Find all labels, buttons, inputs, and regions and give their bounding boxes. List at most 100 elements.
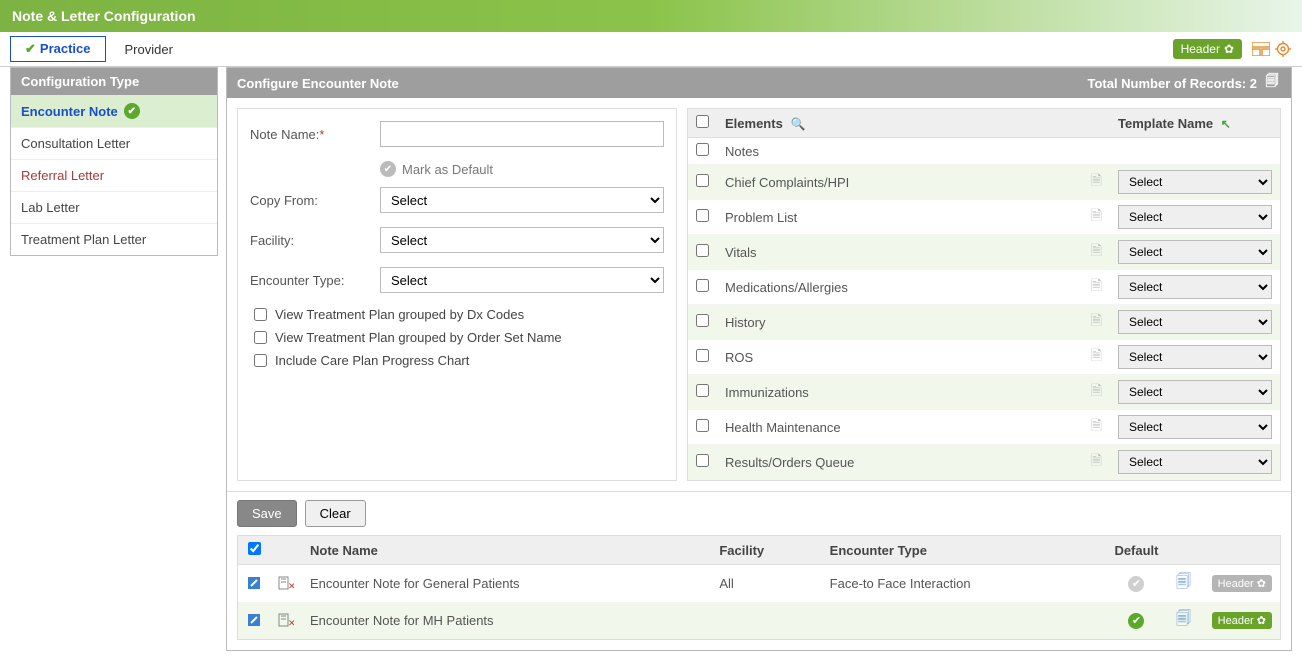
template-select[interactable]: Select xyxy=(1118,275,1272,299)
template-select[interactable]: Select xyxy=(1118,415,1272,439)
sidebar-item[interactable]: Treatment Plan Letter xyxy=(11,223,217,255)
document-icon[interactable]: 🗎 xyxy=(1091,347,1102,363)
edit-icon[interactable] xyxy=(246,576,262,592)
template-select[interactable]: Select xyxy=(1118,205,1272,229)
element-row: Medications/Allergies🗎Select xyxy=(688,270,1280,305)
sidebar-item-label: Referral Letter xyxy=(21,168,104,183)
note-name-input[interactable] xyxy=(380,121,664,147)
sidebar-item[interactable]: Consultation Letter xyxy=(11,127,217,159)
document-icon[interactable]: 🗎 xyxy=(1091,312,1102,328)
gear-icon: ✿ xyxy=(1224,42,1234,56)
enc-type-cell: Face-to Face Interaction xyxy=(822,565,1107,603)
note-name-cell: Encounter Note for General Patients xyxy=(302,565,711,603)
form-panel: Note Name:* ✔ Mark as Default Copy From:… xyxy=(237,108,677,481)
element-checkbox[interactable] xyxy=(696,384,709,397)
mark-default-label[interactable]: Mark as Default xyxy=(402,162,493,177)
encounter-type-select[interactable]: Select xyxy=(380,267,664,293)
template-select[interactable]: Select xyxy=(1118,380,1272,404)
col-default[interactable]: Default xyxy=(1106,536,1166,565)
template-select[interactable]: Select xyxy=(1118,240,1272,264)
element-row: Health Maintenance 🗎 Select xyxy=(688,410,1280,445)
chk-label: Include Care Plan Progress Chart xyxy=(275,353,469,368)
chk-care-plan[interactable] xyxy=(254,354,267,367)
document-icon[interactable]: 🗎 xyxy=(1091,382,1102,398)
copy-icon[interactable]: 🗐 xyxy=(1176,610,1191,627)
delete-icon[interactable]: ✕ xyxy=(278,613,294,629)
element-row: Notes xyxy=(688,138,1280,165)
element-checkbox[interactable] xyxy=(696,314,709,327)
save-button[interactable]: Save xyxy=(237,500,297,527)
template-select[interactable]: Select xyxy=(1118,170,1272,194)
chk-label: View Treatment Plan grouped by Dx Codes xyxy=(275,307,524,322)
element-checkbox[interactable] xyxy=(696,419,709,432)
search-icon[interactable]: 🔍 xyxy=(790,117,805,131)
element-name: ROS xyxy=(717,340,1083,375)
default-check-icon: ✔ xyxy=(1128,613,1144,629)
note-name-label: Note Name:* xyxy=(250,127,380,142)
element-checkbox[interactable] xyxy=(696,349,709,362)
chk-order-set[interactable] xyxy=(254,331,267,344)
header-config-button[interactable]: Header ✿ xyxy=(1173,39,1242,59)
col-template[interactable]: Template Name ↖ xyxy=(1110,109,1280,138)
sidebar-item[interactable]: Lab Letter xyxy=(11,191,217,223)
row-header-button[interactable]: Header ✿ xyxy=(1212,575,1272,592)
col-enc-type[interactable]: Encounter Type xyxy=(822,536,1107,565)
chk-dx-codes[interactable] xyxy=(254,308,267,321)
facility-select[interactable]: Select xyxy=(380,227,664,253)
element-row: Problem List 🗎 Select xyxy=(688,200,1280,235)
col-facility[interactable]: Facility xyxy=(711,536,821,565)
element-checkbox[interactable] xyxy=(696,209,709,222)
document-icon[interactable]: 🗎 xyxy=(1091,452,1102,468)
element-name: Problem List xyxy=(717,200,1083,235)
copy-icon[interactable]: 🗐 xyxy=(1176,573,1191,590)
gear-icon[interactable] xyxy=(1274,40,1292,58)
document-icon[interactable]: 🗎 xyxy=(1091,277,1102,293)
sidebar-item-label: Treatment Plan Letter xyxy=(21,232,146,247)
row-header-button[interactable]: Header ✿ xyxy=(1212,612,1272,629)
template-select[interactable]: Select xyxy=(1118,450,1272,474)
document-icon[interactable]: 🗎 xyxy=(1091,417,1102,433)
element-checkbox[interactable] xyxy=(696,279,709,292)
element-checkbox[interactable] xyxy=(696,174,709,187)
note-row: ✕Encounter Note for MH Patients✔🗐Header … xyxy=(238,602,1281,640)
edit-icon[interactable] xyxy=(246,613,262,629)
col-note-name[interactable]: Note Name xyxy=(302,536,711,565)
sidebar-item[interactable]: Referral Letter xyxy=(11,159,217,191)
encounter-type-label: Encounter Type: xyxy=(250,273,380,288)
sidebar-item-label: Encounter Note xyxy=(21,104,118,119)
template-select[interactable]: Select xyxy=(1118,345,1272,369)
header-pill-label: Header xyxy=(1181,42,1220,56)
element-checkbox[interactable] xyxy=(696,244,709,257)
element-checkbox[interactable] xyxy=(696,143,709,156)
element-name: Health Maintenance xyxy=(717,410,1083,445)
facility-label: Facility: xyxy=(250,233,380,248)
element-row: History🗎Select xyxy=(688,305,1280,340)
document-icon[interactable]: 🗎 xyxy=(1091,172,1102,188)
records-count: Total Number of Records: 2 xyxy=(1087,76,1257,91)
enc-type-cell xyxy=(822,602,1107,640)
tab-provider[interactable]: Provider xyxy=(110,37,188,62)
template-select[interactable]: Select xyxy=(1118,310,1272,334)
page-title: Note & Letter Configuration xyxy=(0,0,1302,32)
layout-icon[interactable] xyxy=(1252,40,1270,58)
main-header: Configure Encounter Note Total Number of… xyxy=(227,68,1291,98)
document-icon[interactable]: 🗎 xyxy=(1091,242,1102,258)
element-checkbox[interactable] xyxy=(696,454,709,467)
element-name: Vitals xyxy=(717,235,1083,270)
cursor-icon: ↖ xyxy=(1221,117,1231,131)
copy-from-label: Copy From: xyxy=(250,193,380,208)
copy-from-select[interactable]: Select xyxy=(380,187,664,213)
select-all-checkbox[interactable] xyxy=(696,115,709,128)
tab-label: Provider xyxy=(125,42,173,57)
main-panel: Configure Encounter Note Total Number of… xyxy=(226,67,1292,651)
clear-button[interactable]: Clear xyxy=(305,500,366,527)
delete-icon[interactable]: ✕ xyxy=(278,576,294,592)
copy-icon[interactable]: 🗐 xyxy=(1263,74,1281,92)
col-elements[interactable]: Elements 🔍 xyxy=(717,109,1083,138)
tab-practice[interactable]: ✔Practice xyxy=(10,36,106,62)
sidebar-item[interactable]: Encounter Note✔ xyxy=(11,95,217,127)
element-name: Results/Orders Queue xyxy=(717,445,1083,480)
notes-select-all[interactable] xyxy=(248,542,261,555)
document-icon[interactable]: 🗎 xyxy=(1091,207,1102,223)
note-row: ✕Encounter Note for General PatientsAllF… xyxy=(238,565,1281,603)
